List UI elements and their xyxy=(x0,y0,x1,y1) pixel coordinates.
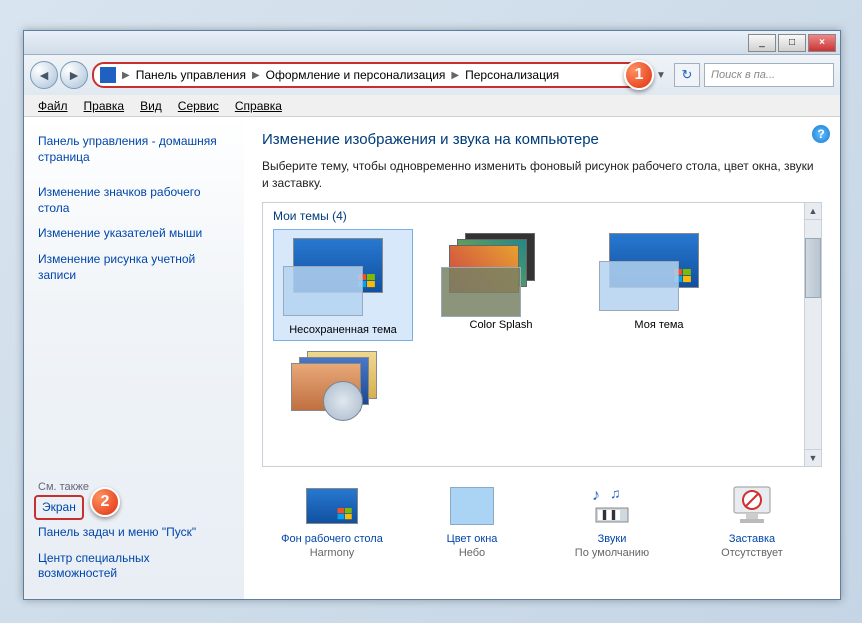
menu-tools[interactable]: Сервис xyxy=(170,97,227,115)
breadcrumb-item[interactable]: Оформление и персонализация xyxy=(262,68,450,82)
scrollbar[interactable]: ▲ ▼ xyxy=(804,203,821,466)
svg-text:♫: ♫ xyxy=(610,486,621,501)
chevron-right-icon: ▶ xyxy=(250,70,262,81)
themes-list: ▲ ▼ Мои темы (4) Несохраненная тема xyxy=(262,202,822,467)
menu-view[interactable]: Вид xyxy=(132,97,170,115)
breadcrumb-item[interactable]: Панель управления xyxy=(132,68,250,82)
sidebar-display-link[interactable]: Экран xyxy=(34,495,84,521)
menubar: Файл Правка Вид Сервис Справка xyxy=(24,95,840,117)
settings-row: Фон рабочего стола Harmony Цвет окна Неб… xyxy=(262,485,822,559)
theme-label: Несохраненная тема xyxy=(289,324,397,336)
sidebar-desktop-icons-link[interactable]: Изменение значков рабочего стола xyxy=(34,180,234,221)
scroll-thumb[interactable] xyxy=(805,238,821,298)
page-title: Изменение изображения и звука на компьют… xyxy=(262,131,822,148)
chevron-right-icon: ▶ xyxy=(449,70,461,81)
annotation-2: 2 xyxy=(90,487,120,517)
search-input[interactable]: Поиск в па... xyxy=(704,63,834,87)
theme-item-extra[interactable] xyxy=(273,347,413,437)
sidebar-accessibility-link[interactable]: Центр специальных возможностей xyxy=(34,546,234,587)
theme-item-colorsplash[interactable]: Color Splash xyxy=(431,229,571,341)
setting-link: Звуки xyxy=(552,533,672,545)
sounds-setting[interactable]: ♪♫ Звуки По умолчанию xyxy=(552,485,672,559)
setting-link: Цвет окна xyxy=(412,533,532,545)
body-area: Панель управления - домашняя страница Из… xyxy=(24,117,840,599)
menu-edit[interactable]: Правка xyxy=(76,97,133,115)
page-description: Выберите тему, чтобы одновременно измени… xyxy=(262,158,822,192)
sidebar-account-picture-link[interactable]: Изменение рисунка учетной записи xyxy=(34,247,234,288)
sidebar-mouse-pointers-link[interactable]: Изменение указателей мыши xyxy=(34,221,234,247)
theme-item-my[interactable]: Моя тема xyxy=(589,229,729,341)
back-button[interactable]: ◄ xyxy=(30,61,58,89)
minimize-button[interactable]: _ xyxy=(748,34,776,52)
scroll-down-icon[interactable]: ▼ xyxy=(805,449,821,466)
main-content: ? Изменение изображения и звука на компь… xyxy=(244,117,840,599)
maximize-button[interactable]: □ xyxy=(778,34,806,52)
theme-label: Color Splash xyxy=(470,319,533,331)
annotation-1: 1 xyxy=(624,60,654,90)
themes-heading: Мои темы (4) xyxy=(273,209,811,223)
close-button[interactable]: × xyxy=(808,34,836,52)
setting-value: Harmony xyxy=(310,547,355,559)
sounds-icon: ♪♫ xyxy=(584,485,640,527)
sidebar: Панель управления - домашняя страница Из… xyxy=(24,117,244,599)
see-also-heading: См. также xyxy=(34,475,234,495)
menu-file[interactable]: Файл xyxy=(30,97,76,115)
desktop-background-setting[interactable]: Фон рабочего стола Harmony xyxy=(272,485,392,559)
titlebar: _ □ × xyxy=(24,31,840,55)
window-color-setting[interactable]: Цвет окна Небо xyxy=(412,485,532,559)
address-bar-row: ◄ ► ▶ Панель управления ▶ Оформление и п… xyxy=(24,55,840,95)
theme-label: Моя тема xyxy=(634,319,683,331)
menu-help[interactable]: Справка xyxy=(227,97,290,115)
refresh-button[interactable]: ↻ xyxy=(674,63,700,87)
setting-link: Заставка xyxy=(692,533,812,545)
control-panel-window: _ □ × ◄ ► ▶ Панель управления ▶ Оформлен… xyxy=(23,30,841,600)
svg-text:♪: ♪ xyxy=(592,487,600,504)
sidebar-taskbar-link[interactable]: Панель задач и меню "Пуск" xyxy=(34,520,234,546)
screensaver-icon xyxy=(724,485,780,527)
setting-value: По умолчанию xyxy=(575,547,649,559)
address-dropdown[interactable]: ▼ xyxy=(652,70,670,81)
control-panel-icon xyxy=(100,67,116,83)
setting-value: Отсутствует xyxy=(721,547,783,559)
setting-value: Небо xyxy=(459,547,485,559)
breadcrumb[interactable]: ▶ Панель управления ▶ Оформление и персо… xyxy=(92,62,648,88)
screensaver-setting[interactable]: Заставка Отсутствует xyxy=(692,485,812,559)
help-icon[interactable]: ? xyxy=(812,125,830,143)
breadcrumb-item[interactable]: Персонализация xyxy=(461,68,563,82)
sidebar-home-link[interactable]: Панель управления - домашняя страница xyxy=(34,129,234,170)
scroll-up-icon[interactable]: ▲ xyxy=(805,203,821,220)
forward-button[interactable]: ► xyxy=(60,61,88,89)
chevron-right-icon: ▶ xyxy=(120,70,132,81)
nav-buttons: ◄ ► xyxy=(30,61,88,89)
setting-link: Фон рабочего стола xyxy=(272,533,392,545)
theme-item-unsaved[interactable]: Несохраненная тема xyxy=(273,229,413,341)
